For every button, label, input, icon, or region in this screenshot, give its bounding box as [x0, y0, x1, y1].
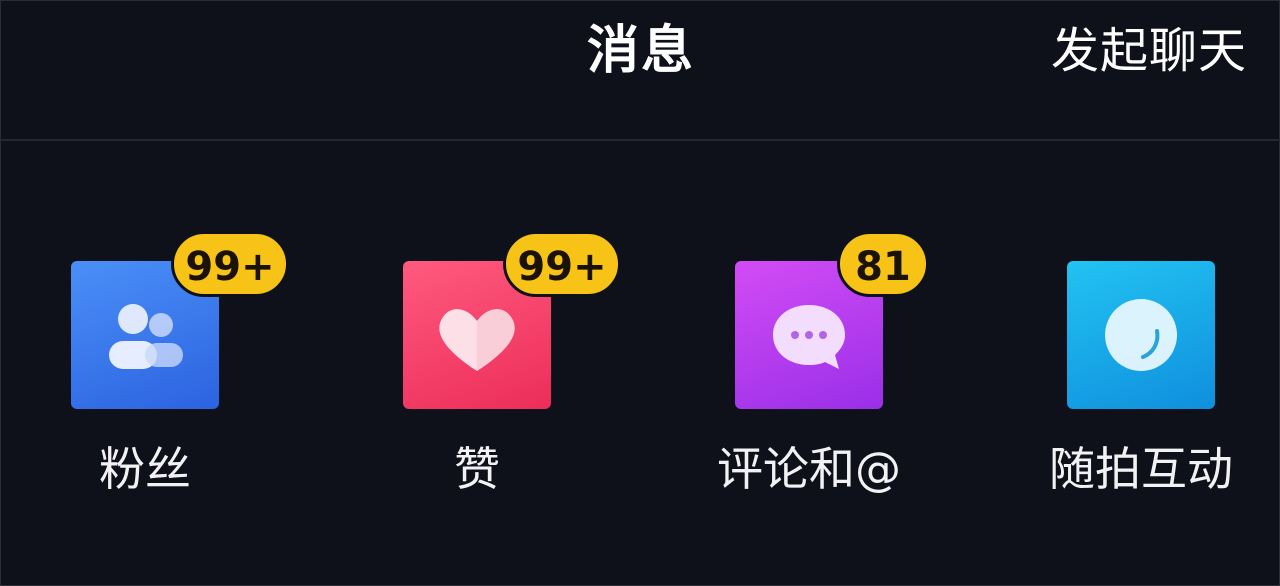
tile-comments[interactable]: 81 评论和@: [695, 231, 955, 511]
fans-count-badge: 99+: [171, 231, 289, 297]
tile-comments-label: 评论和@: [717, 442, 901, 496]
comments-count-badge: 81: [837, 231, 929, 297]
tile-fans-label: 粉丝: [99, 442, 191, 496]
tile-moments-label: 随拍互动: [1049, 442, 1233, 496]
header: 消息 发起聊天: [1, 1, 1280, 141]
tile-fans[interactable]: 99+ 粉丝: [31, 231, 291, 511]
camera-moment-icon: [1067, 261, 1215, 409]
start-chat-button[interactable]: 发起聊天: [1051, 17, 1247, 85]
messages-screen: 消息 发起聊天 99+ 粉丝 99+ 赞 81 评论和@ 随拍互动: [0, 0, 1280, 586]
likes-count-badge: 99+: [503, 231, 621, 297]
tile-likes[interactable]: 99+ 赞: [363, 231, 623, 511]
tile-likes-label: 赞: [454, 442, 500, 496]
tile-moments[interactable]: 随拍互动: [1027, 231, 1280, 511]
